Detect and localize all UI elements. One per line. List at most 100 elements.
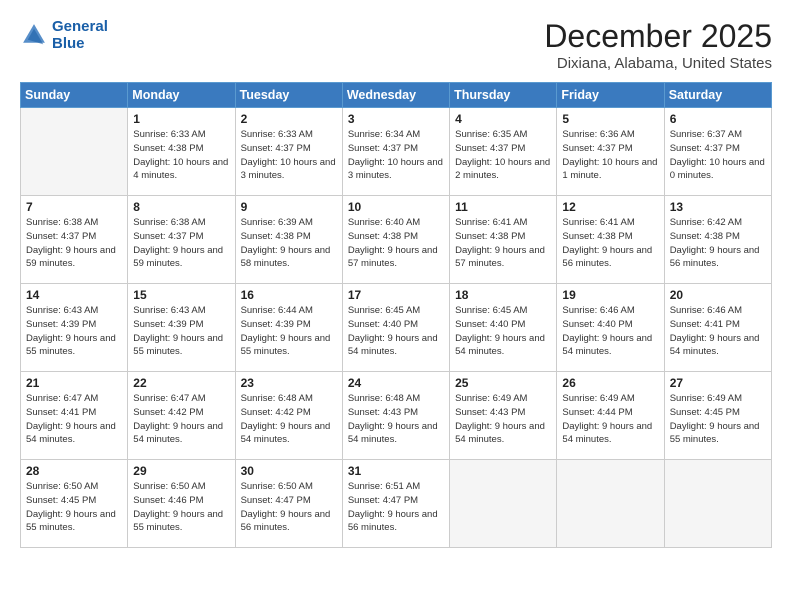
daylight-text: Daylight: 9 hours and 54 minutes.	[562, 333, 652, 358]
day-number: 15	[133, 288, 229, 302]
title-block: December 2025 Dixiana, Alabama, United S…	[544, 18, 772, 72]
day-cell: 8Sunrise: 6:38 AMSunset: 4:37 PMDaylight…	[128, 196, 235, 284]
day-info: Sunrise: 6:46 AMSunset: 4:40 PMDaylight:…	[562, 304, 658, 359]
sunrise-text: Sunrise: 6:35 AM	[455, 129, 527, 140]
daylight-text: Daylight: 9 hours and 54 minutes.	[133, 421, 223, 446]
daylight-text: Daylight: 10 hours and 3 minutes.	[348, 157, 443, 182]
day-cell: 21Sunrise: 6:47 AMSunset: 4:41 PMDayligh…	[21, 372, 128, 460]
daylight-text: Daylight: 9 hours and 59 minutes.	[26, 245, 116, 270]
sunset-text: Sunset: 4:37 PM	[455, 143, 525, 154]
sunset-text: Sunset: 4:47 PM	[348, 495, 418, 506]
day-number: 19	[562, 288, 658, 302]
header-monday: Monday	[128, 83, 235, 108]
sunrise-text: Sunrise: 6:37 AM	[670, 129, 742, 140]
daylight-text: Daylight: 9 hours and 55 minutes.	[26, 509, 116, 534]
logo-text: General Blue	[52, 18, 108, 53]
day-info: Sunrise: 6:46 AM Sunset: 4:41 PM Daylight:…	[670, 304, 766, 359]
sunrise-text: Sunrise: 6:44 AM	[241, 305, 313, 316]
day-info: Sunrise: 6:50 AMSunset: 4:46 PMDaylight:…	[133, 480, 229, 535]
daylight-text: Daylight: 9 hours and 54 minutes.	[455, 333, 545, 358]
daylight-text: Daylight: 9 hours and 54 minutes.	[455, 421, 545, 446]
sunrise-text: Sunrise: 6:34 AM	[348, 129, 420, 140]
sunrise-text: Sunrise: 6:39 AM	[241, 217, 313, 228]
day-number: 3	[348, 112, 444, 126]
sunrise-text: Sunrise: 6:36 AM	[562, 129, 634, 140]
daylight-text: Daylight: 9 hours and 59 minutes.	[133, 245, 223, 270]
daylight-text: Daylight: 10 hours and 1 minute.	[562, 157, 657, 182]
daylight-text: Daylight: 9 hours and 58 minutes.	[241, 245, 331, 270]
sunset-text: Sunset: 4:43 PM	[348, 407, 418, 418]
daylight-text: Daylight: 9 hours and 56 minutes.	[670, 245, 760, 270]
day-cell: 20Sunrise: 6:46 AMSunset: 4:41 PMDayligh…	[664, 284, 771, 372]
day-cell: 31Sunrise: 6:51 AMSunset: 4:47 PMDayligh…	[342, 460, 449, 548]
day-info: Sunrise: 6:49 AMSunset: 4:45 PMDaylight:…	[670, 392, 766, 447]
daylight-text: Daylight: 9 hours and 54 minutes.	[348, 333, 438, 358]
calendar-subtitle: Dixiana, Alabama, United States	[544, 55, 772, 72]
day-info: Sunrise: 6:49 AMSunset: 4:43 PMDaylight:…	[455, 392, 551, 447]
day-cell: 15Sunrise: 6:43 AMSunset: 4:39 PMDayligh…	[128, 284, 235, 372]
sunset-text: Sunset: 4:39 PM	[26, 319, 96, 330]
header: General Blue December 2025 Dixiana, Alab…	[20, 18, 772, 72]
day-number: 5	[562, 112, 658, 126]
day-info: Sunrise: 6:48 AMSunset: 4:43 PMDaylight:…	[348, 392, 444, 447]
sunset-text: Sunset: 4:47 PM	[241, 495, 311, 506]
day-number: 10	[348, 200, 444, 214]
day-number: 28	[26, 464, 122, 478]
header-friday: Friday	[557, 83, 664, 108]
day-cell: 6Sunrise: 6:37 AMSunset: 4:37 PMDaylight…	[664, 108, 771, 196]
week-row-5: 28Sunrise: 6:50 AMSunset: 4:45 PMDayligh…	[21, 460, 772, 548]
daylight-text: Daylight: 9 hours and 54 minutes.	[348, 421, 438, 446]
day-number: 8	[133, 200, 229, 214]
day-number: 29	[133, 464, 229, 478]
sunrise-text: Sunrise: 6:45 AM	[348, 305, 420, 316]
day-cell: 16 Sunrise: 6:44 AMSunset: 4:39 PMDayligh…	[235, 284, 342, 372]
day-info: Sunrise: 6:41 AMSunset: 4:38 PMDaylight:…	[562, 216, 658, 271]
calendar-table: Sunday Monday Tuesday Wednesday Thursday…	[20, 82, 772, 548]
day-info: Sunrise: 6:44 AMSunset: 4:39 PMDaylight:…	[241, 304, 337, 359]
sunset-text: Sunset: 4:46 PM	[133, 495, 203, 506]
sunset-text: Sunset: 4:37 PM	[133, 231, 203, 242]
daylight-text: Daylight: 9 hours and 56 minutes.	[241, 509, 331, 534]
day-info: Sunrise: 6:40 AMSunset: 4:38 PMDaylight:…	[348, 216, 444, 271]
logo-line1: General	[52, 18, 108, 35]
daylight-text: Daylight: 9 hours and 54 minutes.	[670, 333, 760, 358]
sunset-text: Sunset: 4:37 PM	[241, 143, 311, 154]
sunrise-text: Sunrise: 6:51 AM	[348, 481, 420, 492]
day-cell: 4Sunrise: 6:35 AMSunset: 4:37 PMDaylight…	[450, 108, 557, 196]
day-number: 31	[348, 464, 444, 478]
logo-icon	[20, 21, 48, 49]
week-row-2: 7Sunrise: 6:38 AMSunset: 4:37 PMDaylight…	[21, 196, 772, 284]
day-info: Sunrise: 6:39 AM Sunset: 4:38 PM Daylight:…	[241, 216, 337, 271]
day-cell: 17Sunrise: 6:45 AMSunset: 4:40 PMDayligh…	[342, 284, 449, 372]
day-cell: 3Sunrise: 6:34 AMSunset: 4:37 PMDaylight…	[342, 108, 449, 196]
sunrise-text: Sunrise: 6:46 AM	[670, 305, 742, 316]
sunset-text: Sunset: 4:38 PM	[241, 231, 311, 242]
day-number: 16	[241, 288, 337, 302]
day-cell: 22Sunrise: 6:47 AMSunset: 4:42 PMDayligh…	[128, 372, 235, 460]
sunrise-text: Sunrise: 6:50 AM	[241, 481, 313, 492]
sunset-text: Sunset: 4:37 PM	[670, 143, 740, 154]
day-number: 23	[241, 376, 337, 390]
day-cell: 24Sunrise: 6:48 AMSunset: 4:43 PMDayligh…	[342, 372, 449, 460]
header-tuesday: Tuesday	[235, 83, 342, 108]
sunrise-text: Sunrise: 6:42 AM	[670, 217, 742, 228]
sunrise-text: Sunrise: 6:33 AM	[241, 129, 313, 140]
day-cell: 5Sunrise: 6:36 AMSunset: 4:37 PMDaylight…	[557, 108, 664, 196]
day-info: Sunrise: 6:45 AMSunset: 4:40 PMDaylight:…	[348, 304, 444, 359]
week-row-3: 14Sunrise: 6:43 AMSunset: 4:39 PMDayligh…	[21, 284, 772, 372]
week-row-4: 21Sunrise: 6:47 AMSunset: 4:41 PMDayligh…	[21, 372, 772, 460]
day-cell: 30 Sunrise: 6:50 AM Sunset: 4:47 PM Dayligh…	[235, 460, 342, 548]
sunrise-text: Sunrise: 6:38 AM	[26, 217, 98, 228]
day-cell	[21, 108, 128, 196]
day-info: Sunrise: 6:43 AMSunset: 4:39 PMDaylight:…	[26, 304, 122, 359]
sunrise-text: Sunrise: 6:45 AM	[455, 305, 527, 316]
day-number: 30	[241, 464, 337, 478]
sunset-text: Sunset: 4:41 PM	[670, 319, 740, 330]
day-cell: 14Sunrise: 6:43 AMSunset: 4:39 PMDayligh…	[21, 284, 128, 372]
day-cell: 9Sunrise: 6:39 AMSunset: 4:38 PMDaylight…	[235, 196, 342, 284]
daylight-text: Daylight: 9 hours and 54 minutes.	[562, 421, 652, 446]
sunset-text: Sunset: 4:38 PM	[133, 143, 203, 154]
sunrise-text: Sunrise: 6:47 AM	[133, 393, 205, 404]
day-info: Sunrise: 6:35 AMSunset: 4:37 PMDaylight:…	[455, 128, 551, 183]
day-number: 25	[455, 376, 551, 390]
